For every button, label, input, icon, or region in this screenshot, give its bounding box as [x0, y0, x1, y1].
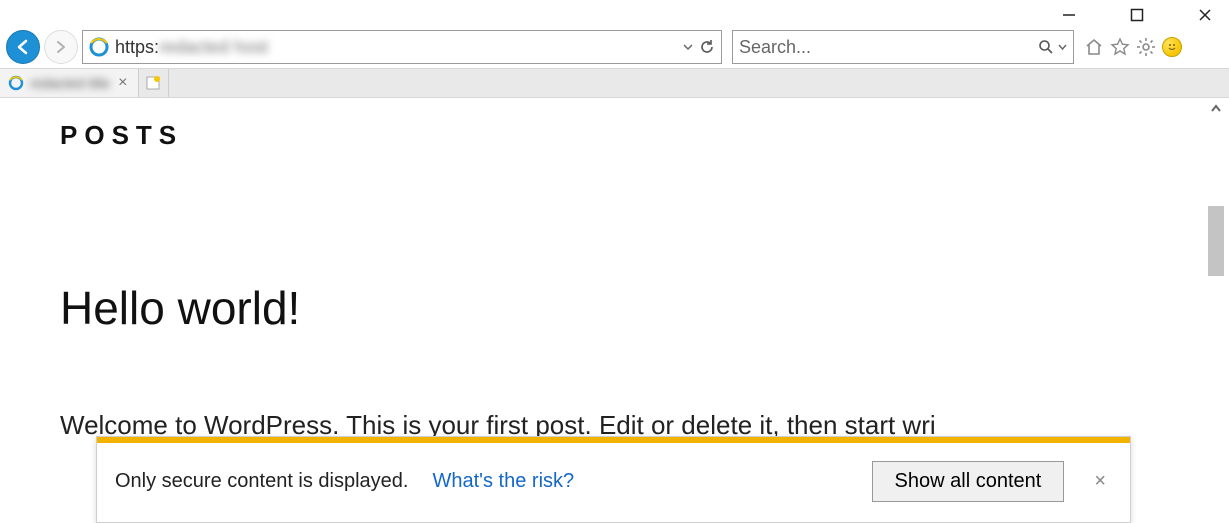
arrow-left-icon: [14, 38, 32, 56]
star-icon[interactable]: [1110, 37, 1130, 57]
section-heading: POSTS: [60, 120, 1203, 151]
tab-close-button[interactable]: ×: [116, 74, 129, 92]
security-notification-bar: Only secure content is displayed. What's…: [96, 436, 1131, 523]
home-icon[interactable]: [1084, 37, 1104, 57]
dismiss-notification-button[interactable]: ×: [1088, 470, 1112, 493]
search-input[interactable]: [739, 37, 1034, 58]
browser-toolbar: https:redacted host: [0, 26, 1229, 68]
new-tab-icon: [145, 75, 161, 91]
maximize-button[interactable]: [1123, 5, 1151, 25]
chevron-down-icon[interactable]: [1058, 43, 1067, 52]
chevron-down-icon[interactable]: [683, 42, 693, 52]
scroll-track[interactable]: [1208, 116, 1224, 523]
scroll-up-icon[interactable]: [1209, 98, 1223, 116]
gear-icon[interactable]: [1136, 37, 1156, 57]
close-button[interactable]: [1191, 5, 1219, 25]
search-bar[interactable]: [732, 30, 1074, 64]
minimize-button[interactable]: [1055, 5, 1083, 25]
vertical-scrollbar[interactable]: [1203, 98, 1229, 523]
tab-title: redacted title: [30, 75, 110, 91]
whats-the-risk-link[interactable]: What's the risk?: [433, 470, 575, 493]
ie-logo-icon: [8, 75, 24, 91]
post-title[interactable]: Hello world!: [60, 281, 1203, 335]
url-text[interactable]: https:redacted host: [115, 37, 677, 58]
toolbar-right-icons: [1084, 37, 1182, 57]
tab-strip: redacted title ×: [0, 68, 1229, 98]
forward-button[interactable]: [44, 30, 78, 64]
address-bar[interactable]: https:redacted host: [82, 30, 722, 64]
show-all-content-button[interactable]: Show all content: [872, 461, 1065, 502]
refresh-icon[interactable]: [699, 39, 715, 55]
tab-active[interactable]: redacted title ×: [0, 69, 139, 97]
window-controls: [0, 0, 1229, 26]
smiley-icon[interactable]: [1162, 37, 1182, 57]
arrow-right-icon: [54, 40, 68, 54]
scroll-thumb[interactable]: [1208, 206, 1224, 276]
ie-logo-icon: [89, 37, 109, 57]
url-scheme: https:: [115, 37, 159, 57]
notification-message: Only secure content is displayed.: [115, 470, 409, 493]
search-icon[interactable]: [1038, 39, 1054, 55]
new-tab-button[interactable]: [139, 69, 169, 97]
back-button[interactable]: [6, 30, 40, 64]
url-host-blurred: redacted host: [159, 37, 268, 57]
